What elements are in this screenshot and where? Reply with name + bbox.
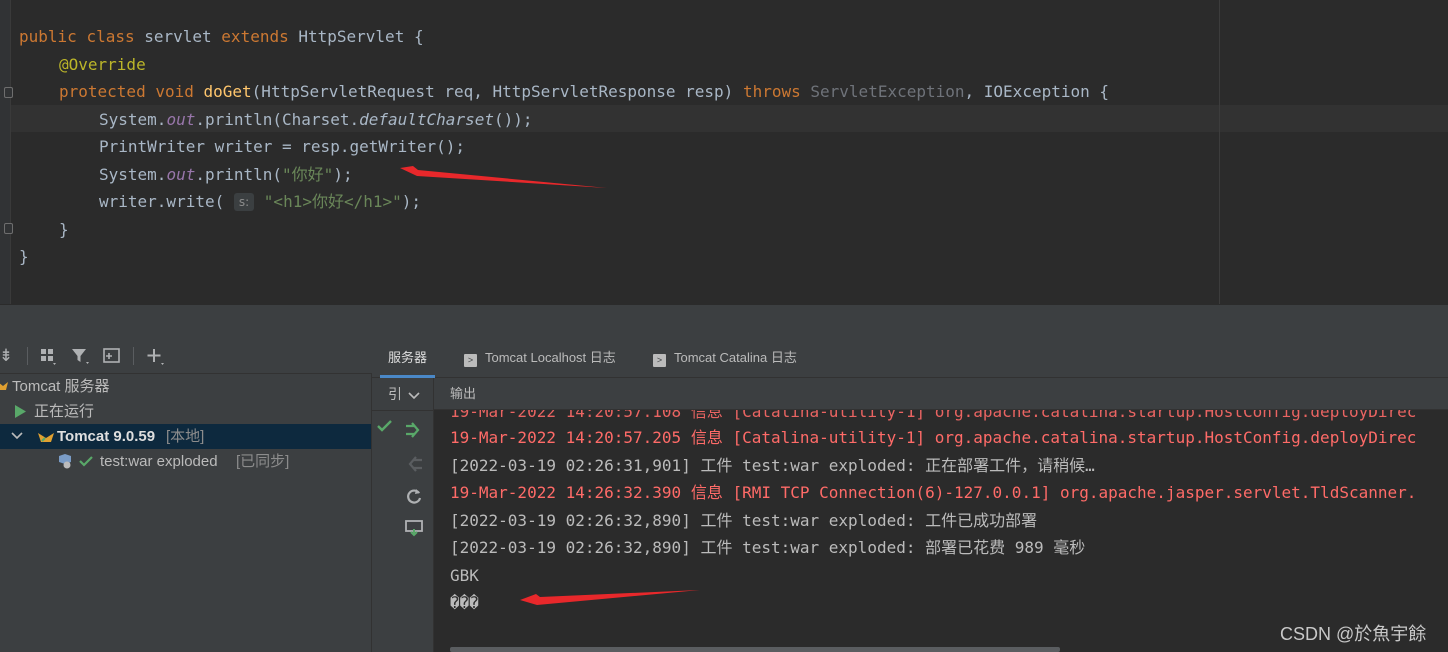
console-icon: > [464,354,477,367]
new-tab-icon[interactable] [100,344,124,368]
check-icon [78,449,94,482]
services-tree: Tomcat 服务器 正在运行 Tomcat 9.0.59 [本地] test:… [0,374,372,652]
fold-marker-icon[interactable] [4,87,13,98]
tab-label: Tomcat Localhost 日志 [485,350,616,365]
code-token: } [19,247,29,266]
code-token: void [155,82,204,101]
code-token: } [59,219,69,239]
toolbar-divider [27,347,28,365]
panel-splitter[interactable] [0,304,1448,338]
code-token: @Override [59,54,146,74]
code-token: , IOException { [964,82,1110,101]
output-line: ��� [450,593,479,612]
code-token: PrintWriter writer = resp.getWriter(); [99,137,466,156]
output-console[interactable]: 19-Mar-2022 14:20:57.108 信息 [Catalina-ut… [434,410,1448,652]
console-icon: > [653,354,666,367]
code-token: "<h1>你好</h1>" [263,192,402,211]
tree-item-tomcat-server[interactable]: Tomcat 服务器 [0,374,371,399]
code-token: writer.write( [99,192,234,211]
editor-gutter [0,0,13,304]
code-token: ServletException [810,82,965,101]
open-browser-icon[interactable] [404,518,424,538]
output-line-partial: 19-Mar-2022 14:20:57.108 信息 [Catalina-ut… [450,410,1417,421]
deploy-icon[interactable] [404,420,424,440]
code-token: servlet [144,27,222,46]
tree-item-artifact[interactable]: test:war exploded [已同步] [0,449,371,474]
undeploy-icon[interactable] [404,454,424,474]
code-token: public [19,27,87,46]
code-editor[interactable]: public class servlet extends HttpServlet… [0,0,1448,304]
artifact-icon [56,449,76,482]
parameter-hint: s: [233,193,255,211]
code-token: (HttpServletRequest req, HttpServletResp… [251,82,743,101]
tree-item-label: Tomcat 9.0.59 [57,428,156,445]
code-token: System. [99,109,167,129]
code-token: class [86,27,145,46]
code-token: "你好" [282,164,334,184]
add-service-icon[interactable] [143,344,167,368]
output-line: [2022-03-19 02:26:31,901] 工件 test:war ex… [450,455,1095,475]
refresh-icon[interactable] [404,486,424,506]
check-icon [375,416,395,436]
code-line: protected void doGet(HttpServletRequest … [59,78,1109,105]
code-token: ); [401,192,422,211]
tab-server[interactable]: 服务器 [380,338,436,378]
tab-tomcat-localhost-log[interactable]: > Tomcat Localhost 日志 [460,338,620,378]
strip-divider [372,410,434,411]
tree-item-label: test:war exploded [100,453,218,470]
code-token: .println(Charset. [195,109,360,129]
code-token: throws [742,82,811,101]
fold-marker-icon[interactable] [4,223,13,234]
output-line: [2022-03-19 02:26:32,890] 工件 test:war ex… [450,538,1086,557]
services-toolbar: ⇟ [0,338,372,374]
right-margin-guide [1219,0,1220,304]
code-token: HttpServlet { [298,27,424,46]
code-line: writer.write( s: "<h1>你好</h1>"); [99,188,421,215]
code-line: System.out.println(Charset.defaultCharse… [99,106,533,133]
group-by-icon[interactable] [36,344,60,368]
code-token: out [166,109,196,129]
tree-item-label: Tomcat 服务器 [12,378,110,395]
code-line: } [19,243,29,270]
code-token: defaultCharset [359,109,494,129]
chevron-down-icon[interactable] [404,386,424,406]
output-line: [2022-03-19 02:26:32,890] 工件 test:war ex… [450,510,1038,530]
services-tabs: 服务器 > Tomcat Localhost 日志 > Tomcat Catalin… [372,338,1448,378]
code-line: } [59,216,69,243]
view-mode-label: 引 [388,386,402,402]
output-line: 19-Mar-2022 14:20:57.205 信息 [Catalina-ut… [450,428,1417,447]
code-token: ()); [493,109,533,129]
tab-label: Tomcat Catalina 日志 [674,350,797,365]
code-line: System.out.println("你好"); [99,161,353,188]
filter-icon[interactable] [68,344,92,368]
output-header-label: 输出 [450,386,477,401]
watermark: CSDN @於魚宇餘 [1280,624,1427,644]
toolbar-divider [133,347,134,365]
code-line: PrintWriter writer = resp.getWriter(); [99,133,465,160]
code-token: extends [221,27,299,46]
output-header: 输出 [434,378,1448,410]
tab-label: 服务器 [388,350,428,365]
output-line: 19-Mar-2022 14:26:32.390 信息 [RMI TCP Con… [450,483,1417,502]
horizontal-scrollbar[interactable] [450,647,1060,652]
code-token: ); [333,164,353,184]
output-actions-strip: 引 [372,378,434,652]
code-line: @Override [59,51,146,78]
output-line: GBK [450,565,479,585]
tree-item-suffix: [已同步] [236,453,290,470]
tree-item-tomcat-instance[interactable]: Tomcat 9.0.59 [本地] [0,424,371,449]
code-line: public class servlet extends HttpServlet… [19,23,424,50]
code-token: System. [99,164,167,184]
code-token: out [166,164,196,184]
tree-item-label: 正在运行 [34,403,95,420]
code-token: .println( [195,164,283,184]
tab-tomcat-catalina-log[interactable]: > Tomcat Catalina 日志 [649,338,801,378]
tree-item-suffix: [本地] [166,428,205,445]
code-token: doGet [203,82,252,101]
code-token: protected [59,82,156,101]
tree-item-running[interactable]: 正在运行 [0,399,371,424]
collapse-all-icon[interactable]: ⇟ [0,344,18,368]
